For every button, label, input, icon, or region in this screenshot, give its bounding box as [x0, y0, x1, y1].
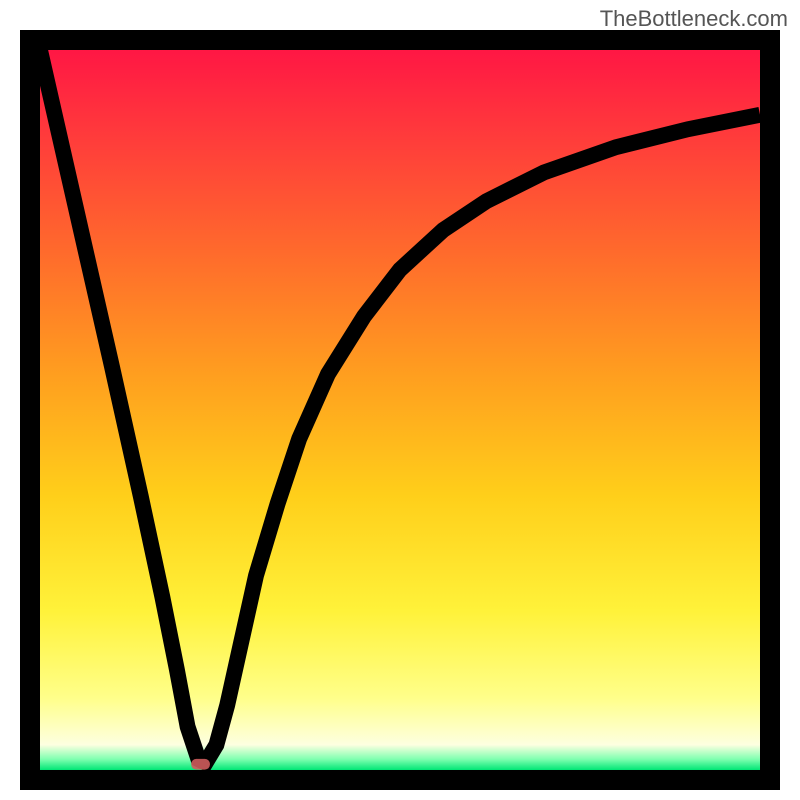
watermark-text: TheBottleneck.com — [600, 6, 788, 32]
bottleneck-curve-path — [40, 50, 760, 763]
optimal-marker — [191, 759, 210, 770]
chart-curve — [40, 50, 760, 770]
plot-area — [20, 30, 780, 790]
